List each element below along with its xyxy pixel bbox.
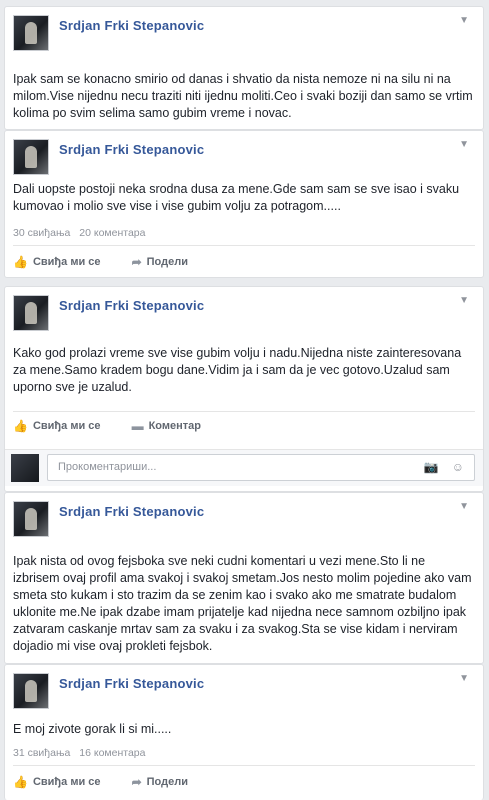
- likes-count[interactable]: 30 свиђања: [13, 227, 70, 239]
- comment-bubble-icon: ▬: [131, 419, 144, 433]
- post-text: E moj zivote gorak li si mi.....: [13, 722, 172, 736]
- like-label: Свиђа ми се: [32, 776, 101, 788]
- smiley-icon[interactable]: ☺: [452, 460, 464, 474]
- post-text: Ipak sam se konacno smirio od danas i sh…: [13, 72, 473, 120]
- share-arrow-icon: ➦: [131, 255, 142, 269]
- chevron-down-icon[interactable]: ▼: [459, 15, 469, 26]
- comment-input[interactable]: Прокоментариши... 📷 ☺: [47, 454, 475, 481]
- author-name[interactable]: Srdjan Frki Stepanovic: [59, 142, 204, 157]
- avatar[interactable]: [13, 15, 49, 51]
- avatar: [11, 454, 39, 482]
- post-card: Srdjan Frki Stepanovic ▼ Dali uopste pos…: [4, 130, 484, 278]
- chevron-down-icon[interactable]: ▼: [459, 501, 469, 512]
- share-arrow-icon: ➦: [131, 775, 142, 789]
- post-header: Srdjan Frki Stepanovic ▼: [13, 501, 473, 541]
- avatar[interactable]: [13, 139, 49, 175]
- post-stats: 30 свиђања 20 коментара: [13, 227, 151, 239]
- post-header: Srdjan Frki Stepanovic ▼: [13, 139, 473, 179]
- comments-count[interactable]: 16 коментара: [79, 747, 145, 759]
- like-button[interactable]: 👍 Свиђа ми се: [13, 419, 101, 433]
- divider: [13, 411, 475, 412]
- comment-composer: Прокоментариши... 📷 ☺: [5, 449, 483, 486]
- like-label: Свиђа ми се: [32, 256, 101, 268]
- like-label: Свиђа ми се: [32, 420, 101, 432]
- thumbs-up-icon: 👍: [13, 775, 28, 789]
- post-actions: 👍 Свиђа ми се ➦ Подели: [13, 775, 216, 789]
- post-text: Kako god prolazi vreme sve vise gubim vo…: [13, 346, 462, 394]
- like-button[interactable]: 👍 Свиђа ми се: [13, 255, 101, 269]
- post-text: Ipak nista od ovog fejsboka sve neki cud…: [13, 554, 472, 653]
- like-button[interactable]: 👍 Свиђа ми се: [13, 775, 101, 789]
- post-card: Srdjan Frki Stepanovic ▼ E moj zivote go…: [4, 664, 484, 800]
- post-text: Dali uopste postoji neka srodna dusa za …: [13, 182, 460, 213]
- likes-count[interactable]: 31 свиђања: [13, 747, 70, 759]
- chevron-down-icon[interactable]: ▼: [459, 295, 469, 306]
- comment-label: Коментар: [148, 420, 201, 432]
- author-name[interactable]: Srdjan Frki Stepanovic: [59, 504, 204, 519]
- comment-input-icons: 📷 ☺: [413, 455, 464, 480]
- share-label: Подели: [146, 776, 188, 788]
- post-header: Srdjan Frki Stepanovic ▼: [13, 15, 473, 55]
- thumbs-up-icon: 👍: [13, 419, 28, 433]
- comment-placeholder: Прокоментариши...: [58, 461, 157, 473]
- comments-count[interactable]: 20 коментара: [79, 227, 145, 239]
- chevron-down-icon[interactable]: ▼: [459, 139, 469, 150]
- avatar[interactable]: [13, 673, 49, 709]
- post-actions: 👍 Свиђа ми се ➦ Подели: [13, 255, 216, 269]
- avatar[interactable]: [13, 501, 49, 537]
- thumbs-up-icon: 👍: [13, 255, 28, 269]
- share-button[interactable]: ➦ Подели: [132, 255, 188, 269]
- post-stats: 31 свиђања 16 коментара: [13, 747, 151, 759]
- share-label: Подели: [146, 256, 188, 268]
- author-name[interactable]: Srdjan Frki Stepanovic: [59, 18, 204, 33]
- chevron-down-icon[interactable]: ▼: [459, 673, 469, 684]
- avatar[interactable]: [13, 295, 49, 331]
- author-name[interactable]: Srdjan Frki Stepanovic: [59, 676, 204, 691]
- post-card: Srdjan Frki Stepanovic ▼ Kako god prolaz…: [4, 286, 484, 492]
- divider: [13, 245, 475, 246]
- camera-icon[interactable]: 📷: [423, 460, 438, 474]
- post-header: Srdjan Frki Stepanovic ▼: [13, 673, 473, 713]
- post-actions: 👍 Свиђа ми се ▬ Коментар: [13, 419, 229, 433]
- share-button[interactable]: ➦ Подели: [132, 775, 188, 789]
- divider: [13, 765, 475, 766]
- post-card: Srdjan Frki Stepanovic ▼ Ipak nista od o…: [4, 492, 484, 664]
- author-name[interactable]: Srdjan Frki Stepanovic: [59, 298, 204, 313]
- comment-button[interactable]: ▬ Коментар: [132, 419, 201, 433]
- post-header: Srdjan Frki Stepanovic ▼: [13, 295, 473, 335]
- post-card: Srdjan Frki Stepanovic ▼ Ipak sam se kon…: [4, 6, 484, 130]
